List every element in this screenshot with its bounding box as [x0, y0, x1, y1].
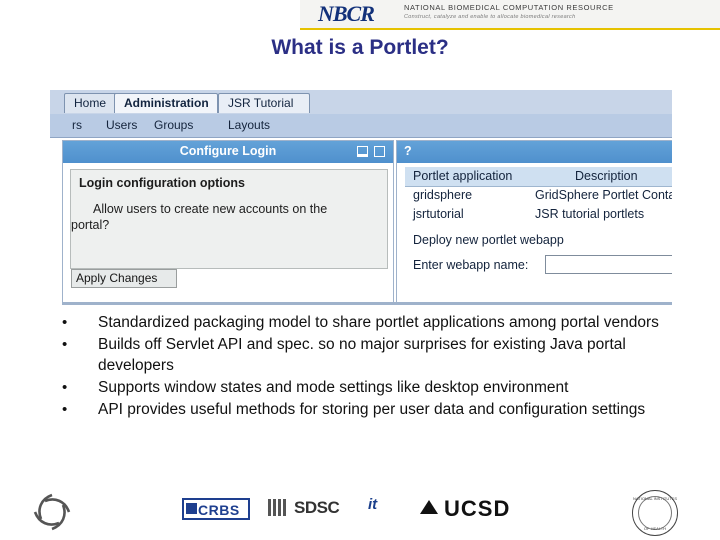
help-icon[interactable]: ? [404, 144, 412, 158]
portlet-application-manager: ? Portlet application Description gridsp… [396, 140, 672, 305]
sdsc-logo-label: SDSC [294, 498, 340, 517]
nbcr-logo: NBCR [318, 1, 375, 26]
login-options-line1: Allow users to create new accounts on th… [93, 202, 328, 216]
cell-app-description: JSR tutorial portlets [535, 207, 645, 221]
nbcr-org-title: NATIONAL BIOMEDICAL COMPUTATION RESOURCE [404, 3, 614, 12]
list-item-text: API provides useful methods for storing … [98, 401, 646, 418]
cell-app-description: GridSphere Portlet Container [535, 188, 672, 202]
embedded-screenshot: Home Administration JSR Tutorial rs User… [50, 90, 672, 305]
portlet-bottom-edge [62, 302, 672, 305]
it-logo-label: it [368, 496, 378, 513]
bullet-icon: • [62, 379, 68, 396]
swirl-logo-icon [33, 493, 71, 531]
list-item: • API provides useful methods for storin… [60, 399, 680, 420]
list-item-text: Standardized packaging model to share po… [98, 314, 659, 331]
ucsd-logo-label: UCSD [444, 496, 511, 521]
column-header-description: Description [575, 169, 638, 183]
cell-app-name: jsrtutorial [413, 207, 464, 221]
crbs-logo-label: CRBS [198, 502, 240, 518]
deploy-webapp-heading: Deploy new portlet webapp [413, 233, 564, 247]
ucsd-triangle-icon [420, 500, 438, 514]
table-row: jsrtutorial JSR tutorial portlets [405, 205, 672, 224]
list-item-text: Supports window states and mode settings… [98, 379, 569, 396]
table-row: gridsphere GridSphere Portlet Container [405, 186, 672, 205]
seal-top-text: NATIONAL INSTITUTES [633, 496, 678, 501]
login-options-panel: Login configuration options Allow users … [70, 169, 388, 269]
sdsc-bars-icon [268, 499, 290, 516]
page-title: What is a Portlet? [271, 36, 449, 59]
column-header-portlet-application: Portlet application [413, 169, 513, 183]
nbcr-org-tagline: Construct, catalyze and enable to alloca… [404, 14, 576, 20]
bullet-list: • Standardized packaging model to share … [60, 312, 680, 421]
cell-app-name: gridsphere [413, 188, 473, 202]
menu-item-users[interactable]: Users [106, 118, 137, 132]
seal-inner-ring [638, 496, 672, 530]
menu-item-layouts[interactable]: Layouts [228, 118, 270, 132]
apply-changes-button[interactable]: Apply Changes [71, 269, 177, 288]
minimize-icon[interactable] [357, 146, 368, 157]
portal-tabbar: Home Administration JSR Tutorial [50, 90, 672, 115]
login-options-heading: Login configuration options [79, 176, 245, 190]
tab-administration[interactable]: Administration [114, 93, 218, 113]
list-item: • Supports window states and mode settin… [60, 377, 680, 398]
tab-home[interactable]: Home [64, 93, 120, 113]
bullet-icon: • [62, 401, 68, 418]
header-banner: NBCR NATIONAL BIOMEDICAL COMPUTATION RES… [0, 0, 720, 30]
portlet-table-header: Portlet application Description [405, 167, 672, 187]
list-item-text: Builds off Servlet API and spec. so no m… [98, 336, 626, 374]
bullet-icon: • [62, 336, 68, 353]
portlet-right-titlebar: ? [397, 141, 672, 163]
menu-item-groups[interactable]: Groups [154, 118, 193, 132]
tab-jsr-tutorial[interactable]: JSR Tutorial [218, 93, 310, 113]
login-options-line2: portal? [71, 218, 110, 232]
portlet-left-title: Configure Login [179, 144, 277, 158]
portlet-left-titlebar: Configure Login [63, 141, 393, 163]
portlet-configure-login: Configure Login Login configuration opti… [62, 140, 394, 305]
maximize-icon[interactable] [374, 146, 385, 157]
list-item: • Builds off Servlet API and spec. so no… [60, 334, 680, 376]
portal-menubar: rs Users Groups Layouts [50, 114, 672, 138]
crbs-logo: CRBS [182, 498, 250, 520]
list-item: • Standardized packaging model to share … [60, 312, 680, 333]
bullet-icon: • [62, 314, 68, 331]
menu-item-users-partial[interactable]: rs [72, 118, 82, 132]
webapp-name-input[interactable] [545, 255, 672, 274]
webapp-name-label: Enter webapp name: [413, 258, 529, 272]
footer-logo-bar: CRBS SDSC it UCSD NATIONAL INSTITUTES OF… [0, 486, 720, 540]
seal-bottom-text: OF HEALTH [643, 526, 667, 531]
seal-logo: NATIONAL INSTITUTES OF HEALTH [632, 490, 678, 536]
crbs-flag-icon [186, 503, 197, 514]
